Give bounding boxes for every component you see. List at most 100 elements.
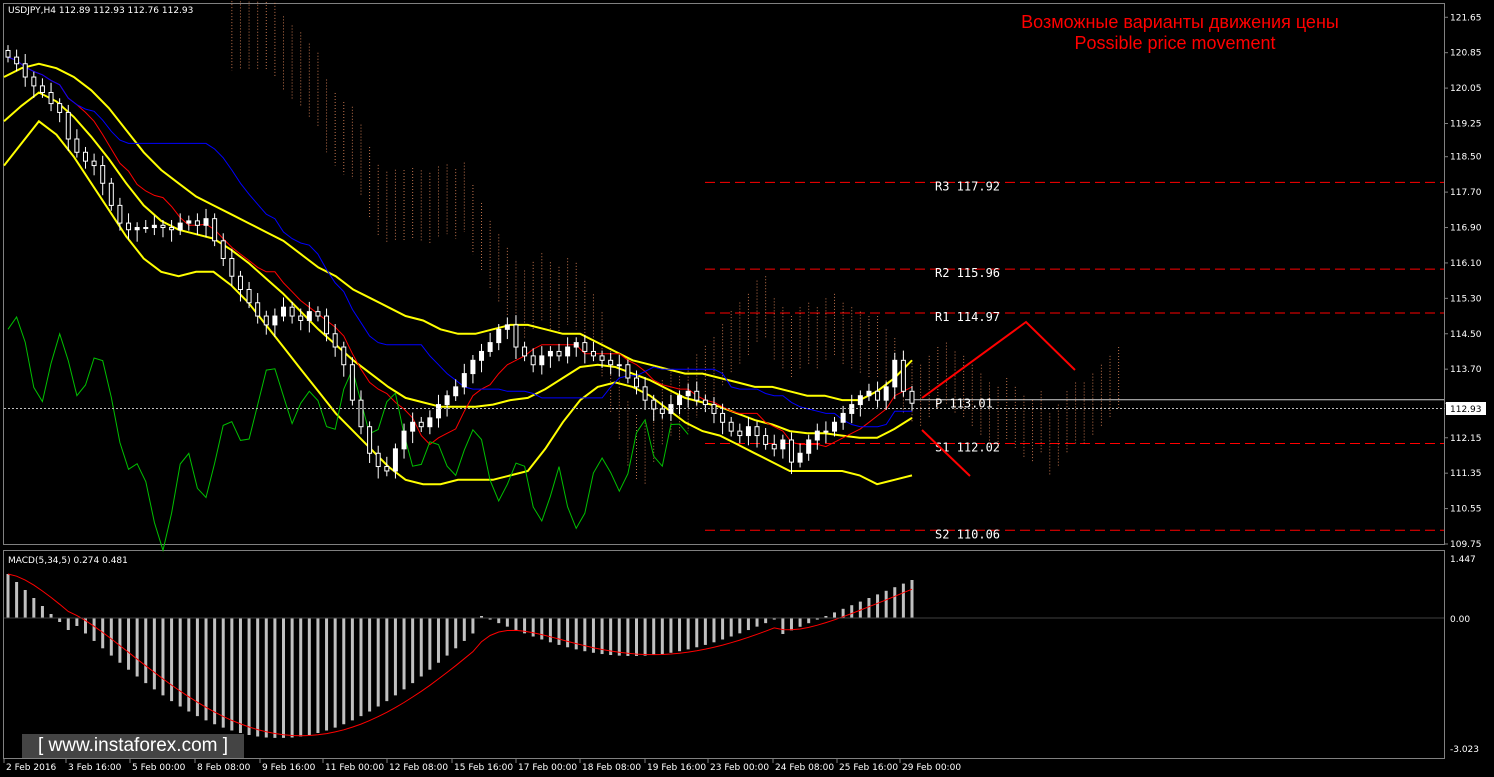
- bear-candle: [48, 92, 54, 105]
- x-tick-label: 9 Feb 16:00: [262, 763, 316, 773]
- price-chart[interactable]: R3 117.92R2 115.96R1 114.97P 113.01S1 11…: [0, 0, 1494, 777]
- y-tick-label: 117.70: [1450, 188, 1482, 198]
- bull-candle: [832, 421, 838, 432]
- bull-candle: [479, 350, 485, 361]
- x-tick-label: 5 Feb 00:00: [132, 763, 186, 773]
- bull-candle: [573, 342, 579, 348]
- bear-candle: [349, 364, 355, 401]
- bear-candle: [608, 359, 614, 366]
- bear-candle: [117, 204, 123, 224]
- bear-candle: [375, 452, 381, 468]
- bear-candle: [229, 258, 235, 277]
- bear-candle: [522, 346, 528, 357]
- watermark-banner: [ www.instaforex.com ]: [22, 734, 244, 758]
- y-tick-label: 112.15: [1450, 434, 1482, 444]
- x-tick-label: 25 Feb 16:00: [839, 763, 898, 773]
- bear-candle: [14, 56, 20, 65]
- bull-candle: [470, 359, 476, 375]
- y-tick-label: 121.65: [1450, 13, 1482, 23]
- x-tick-label: 8 Feb 08:00: [197, 763, 251, 773]
- bear-candle: [651, 399, 657, 410]
- y-tick-label: 114.50: [1450, 330, 1482, 340]
- bull-candle: [453, 386, 459, 397]
- macd-tick-max: 1.447: [1450, 555, 1476, 565]
- bear-candle: [728, 421, 734, 432]
- bear-candle: [900, 359, 906, 392]
- bear-candle: [298, 315, 304, 321]
- bear-candle: [315, 311, 321, 317]
- y-tick-label: 115.30: [1450, 294, 1482, 304]
- macd-tick-zero: 0.00: [1450, 615, 1470, 625]
- bear-candle: [5, 49, 11, 58]
- bull-candle: [883, 386, 889, 401]
- bull-candle: [780, 439, 786, 450]
- bear-candle: [237, 275, 243, 290]
- bear-candle: [91, 160, 97, 167]
- y-tick-label: 109.75: [1450, 540, 1482, 550]
- bull-candle: [547, 350, 553, 357]
- x-tick-label: 12 Feb 08:00: [389, 763, 448, 773]
- y-tick-label: 118.50: [1450, 153, 1482, 163]
- bear-candle: [65, 111, 71, 140]
- bull-candle: [677, 395, 683, 406]
- bear-candle: [39, 85, 45, 94]
- bull-candle: [539, 355, 545, 366]
- bear-candle: [513, 324, 519, 348]
- macd-tick-min: -3.023: [1450, 745, 1479, 755]
- y-tick-label: 119.25: [1450, 120, 1482, 130]
- bear-candle: [720, 412, 726, 423]
- bull-candle: [565, 346, 571, 357]
- bull-candle: [203, 218, 209, 226]
- pivot-level-label: R3 117.92: [935, 179, 1000, 193]
- bear-candle: [126, 222, 132, 231]
- bear-candle: [633, 377, 639, 388]
- bull-candle: [461, 373, 467, 388]
- bull-candle: [401, 430, 407, 450]
- bear-candle: [737, 430, 743, 437]
- bear-candle: [875, 390, 881, 401]
- bear-candle: [763, 435, 769, 445]
- bear-candle: [324, 315, 330, 335]
- bear-candle: [771, 443, 777, 450]
- bear-candle: [694, 390, 700, 401]
- y-tick-label: 113.70: [1450, 365, 1482, 375]
- bull-candle: [134, 227, 140, 231]
- bear-candle: [556, 350, 562, 357]
- bear-candle: [332, 333, 338, 348]
- bear-candle: [212, 218, 218, 242]
- y-tick-label: 116.10: [1450, 259, 1482, 269]
- bear-candle: [702, 399, 708, 406]
- x-tick-label: 23 Feb 00:00: [710, 763, 769, 773]
- y-tick-label: 111.35: [1450, 469, 1482, 479]
- bull-candle: [143, 227, 149, 230]
- y-tick-label: 120.85: [1450, 49, 1482, 59]
- x-tick-label: 3 Feb 16:00: [68, 763, 122, 773]
- bull-candle: [392, 448, 398, 472]
- bull-candle: [151, 224, 157, 229]
- bull-candle: [823, 430, 829, 433]
- bear-candle: [74, 138, 80, 153]
- x-tick-label: 15 Feb 16:00: [454, 763, 513, 773]
- x-tick-label: 29 Feb 00:00: [902, 763, 961, 773]
- bear-candle: [367, 426, 373, 454]
- bull-candle: [496, 328, 502, 344]
- bear-candle: [57, 103, 63, 113]
- bull-candle: [272, 315, 278, 326]
- bear-candle: [169, 227, 175, 231]
- bear-candle: [100, 165, 106, 184]
- macd-header: MACD(5,34,5) 0.274 0.481: [8, 556, 128, 566]
- bear-candle: [590, 350, 596, 357]
- bear-candle: [194, 220, 200, 226]
- bear-candle: [418, 421, 424, 428]
- bull-candle: [814, 430, 820, 441]
- x-tick-label: 19 Feb 16:00: [647, 763, 706, 773]
- current-price-label: 112.93: [1450, 405, 1482, 415]
- bull-candle: [444, 395, 450, 406]
- bear-candle: [246, 288, 252, 304]
- bear-candle: [582, 342, 588, 352]
- bull-candle: [410, 421, 416, 432]
- bull-candle: [857, 395, 863, 406]
- bear-candle: [642, 386, 648, 401]
- bull-candle: [745, 426, 751, 437]
- bear-candle: [599, 355, 605, 361]
